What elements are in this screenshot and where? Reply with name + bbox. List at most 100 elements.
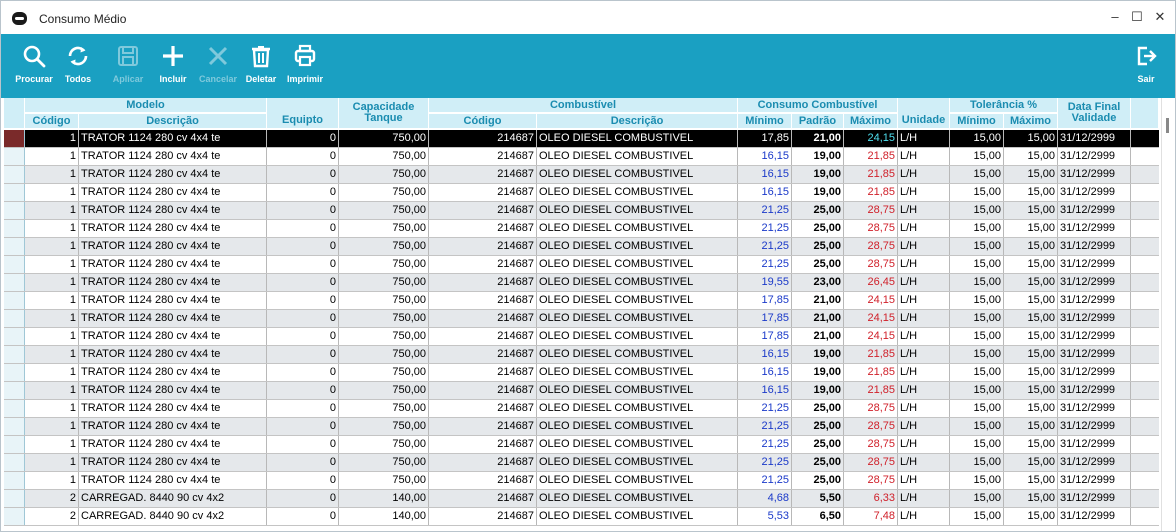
cell-equipto[interactable]: 0 [267, 364, 339, 381]
cell-padrao[interactable]: 21,00 [792, 310, 844, 327]
cell-padrao[interactable]: 25,00 [792, 256, 844, 273]
cell-minimo[interactable]: 19,55 [738, 274, 792, 291]
cell-data-final[interactable]: 31/12/2999 [1058, 166, 1131, 183]
cell-padrao[interactable]: 21,00 [792, 328, 844, 345]
cell-minimo[interactable]: 5,53 [738, 508, 792, 525]
close-window-icon[interactable]: ✕ [1152, 9, 1168, 25]
cell-capacidade[interactable]: 750,00 [339, 166, 429, 183]
cell-unidade[interactable]: L/H [898, 148, 950, 165]
cell-maximo[interactable]: 28,75 [844, 472, 898, 489]
cell-maximo[interactable]: 24,15 [844, 292, 898, 309]
col-capacidade-tanque[interactable]: Capacidade Tanque [339, 98, 429, 129]
cell-descricao[interactable]: TRATOR 1124 280 cv 4x4 te [79, 256, 267, 273]
cell-maximo[interactable]: 28,75 [844, 454, 898, 471]
cell-comb-codigo[interactable]: 214687 [429, 382, 537, 399]
cell-padrao[interactable]: 19,00 [792, 166, 844, 183]
cell-maximo[interactable]: 28,75 [844, 220, 898, 237]
cell-descricao[interactable]: TRATOR 1124 280 cv 4x4 te [79, 220, 267, 237]
table-row[interactable]: 1 TRATOR 1124 280 cv 4x4 te 0 750,00 214687 O… [4, 364, 1159, 382]
cell-padrao[interactable]: 25,00 [792, 472, 844, 489]
row-indicator[interactable] [4, 256, 25, 273]
cell-data-final[interactable]: 31/12/2999 [1058, 202, 1131, 219]
table-row[interactable]: 1 TRATOR 1124 280 cv 4x4 te 0 750,00 214687 O… [4, 130, 1159, 148]
cell-comb-codigo[interactable]: 214687 [429, 400, 537, 417]
cell-minimo[interactable]: 21,25 [738, 256, 792, 273]
cell-tol-minimo[interactable]: 15,00 [950, 184, 1004, 201]
cell-capacidade[interactable]: 140,00 [339, 508, 429, 525]
cell-comb-codigo[interactable]: 214687 [429, 454, 537, 471]
cell-maximo[interactable]: 21,85 [844, 346, 898, 363]
cell-padrao[interactable]: 25,00 [792, 220, 844, 237]
table-row[interactable]: 1 TRATOR 1124 280 cv 4x4 te 0 750,00 214687 O… [4, 220, 1159, 238]
cell-minimo[interactable]: 17,85 [738, 130, 792, 147]
cell-tol-maximo[interactable]: 15,00 [1004, 130, 1058, 147]
table-row[interactable]: 1 TRATOR 1124 280 cv 4x4 te 0 750,00 214687 O… [4, 202, 1159, 220]
table-row[interactable]: 1 TRATOR 1124 280 cv 4x4 te 0 750,00 214687 O… [4, 274, 1159, 292]
cancelar-button[interactable]: Cancelar [196, 34, 240, 98]
row-indicator[interactable] [4, 436, 25, 453]
cell-tol-minimo[interactable]: 15,00 [950, 310, 1004, 327]
cell-descricao[interactable]: TRATOR 1124 280 cv 4x4 te [79, 328, 267, 345]
cell-maximo[interactable]: 28,75 [844, 238, 898, 255]
cell-tol-maximo[interactable]: 15,00 [1004, 436, 1058, 453]
col-tol-maximo[interactable]: Máximo [1004, 114, 1058, 129]
row-indicator[interactable] [4, 238, 25, 255]
cell-comb-codigo[interactable]: 214687 [429, 166, 537, 183]
cell-comb-descricao[interactable]: OLEO DIESEL COMBUSTIVEL [537, 148, 738, 165]
cell-maximo[interactable]: 24,15 [844, 130, 898, 147]
cell-padrao[interactable]: 25,00 [792, 454, 844, 471]
cell-maximo[interactable]: 21,85 [844, 166, 898, 183]
cell-comb-descricao[interactable]: OLEO DIESEL COMBUSTIVEL [537, 364, 738, 381]
cell-data-final[interactable]: 31/12/2999 [1058, 328, 1131, 345]
cell-unidade[interactable]: L/H [898, 454, 950, 471]
cell-tol-minimo[interactable]: 15,00 [950, 328, 1004, 345]
cell-padrao[interactable]: 19,00 [792, 184, 844, 201]
cell-equipto[interactable]: 0 [267, 130, 339, 147]
cell-comb-codigo[interactable]: 214687 [429, 328, 537, 345]
cell-equipto[interactable]: 0 [267, 292, 339, 309]
cell-data-final[interactable]: 31/12/2999 [1058, 364, 1131, 381]
cell-unidade[interactable]: L/H [898, 508, 950, 525]
cell-tol-minimo[interactable]: 15,00 [950, 364, 1004, 381]
cell-comb-codigo[interactable]: 214687 [429, 346, 537, 363]
cell-unidade[interactable]: L/H [898, 310, 950, 327]
cell-comb-codigo[interactable]: 214687 [429, 472, 537, 489]
cell-capacidade[interactable]: 750,00 [339, 256, 429, 273]
cell-maximo[interactable]: 24,15 [844, 310, 898, 327]
cell-codigo[interactable]: 1 [25, 310, 79, 327]
cell-tol-minimo[interactable]: 15,00 [950, 418, 1004, 435]
cell-descricao[interactable]: TRATOR 1124 280 cv 4x4 te [79, 472, 267, 489]
cell-minimo[interactable]: 17,85 [738, 292, 792, 309]
cell-capacidade[interactable]: 750,00 [339, 202, 429, 219]
cell-padrao[interactable]: 19,00 [792, 382, 844, 399]
cell-equipto[interactable]: 0 [267, 382, 339, 399]
cell-comb-descricao[interactable]: OLEO DIESEL COMBUSTIVEL [537, 454, 738, 471]
cell-descricao[interactable]: TRATOR 1124 280 cv 4x4 te [79, 364, 267, 381]
cell-equipto[interactable]: 0 [267, 400, 339, 417]
cell-descricao[interactable]: CARREGAD. 8440 90 cv 4x2 [79, 490, 267, 507]
cell-tol-minimo[interactable]: 15,00 [950, 148, 1004, 165]
cell-tol-minimo[interactable]: 15,00 [950, 292, 1004, 309]
cell-equipto[interactable]: 0 [267, 454, 339, 471]
cell-equipto[interactable]: 0 [267, 238, 339, 255]
cell-unidade[interactable]: L/H [898, 436, 950, 453]
cell-descricao[interactable]: TRATOR 1124 280 cv 4x4 te [79, 274, 267, 291]
cell-comb-descricao[interactable]: OLEO DIESEL COMBUSTIVEL [537, 166, 738, 183]
cell-tol-maximo[interactable]: 15,00 [1004, 382, 1058, 399]
row-indicator[interactable] [4, 148, 25, 165]
cell-comb-codigo[interactable]: 214687 [429, 418, 537, 435]
minimize-icon[interactable]: – [1107, 9, 1123, 25]
cell-minimo[interactable]: 4,68 [738, 490, 792, 507]
cell-descricao[interactable]: TRATOR 1124 280 cv 4x4 te [79, 400, 267, 417]
cell-capacidade[interactable]: 750,00 [339, 130, 429, 147]
cell-tol-maximo[interactable]: 15,00 [1004, 454, 1058, 471]
cell-descricao[interactable]: TRATOR 1124 280 cv 4x4 te [79, 346, 267, 363]
cell-equipto[interactable]: 0 [267, 472, 339, 489]
cell-tol-maximo[interactable]: 15,00 [1004, 202, 1058, 219]
cell-unidade[interactable]: L/H [898, 202, 950, 219]
cell-comb-codigo[interactable]: 214687 [429, 490, 537, 507]
cell-maximo[interactable]: 28,75 [844, 256, 898, 273]
cell-tol-maximo[interactable]: 15,00 [1004, 364, 1058, 381]
cell-equipto[interactable]: 0 [267, 310, 339, 327]
row-indicator[interactable] [4, 472, 25, 489]
